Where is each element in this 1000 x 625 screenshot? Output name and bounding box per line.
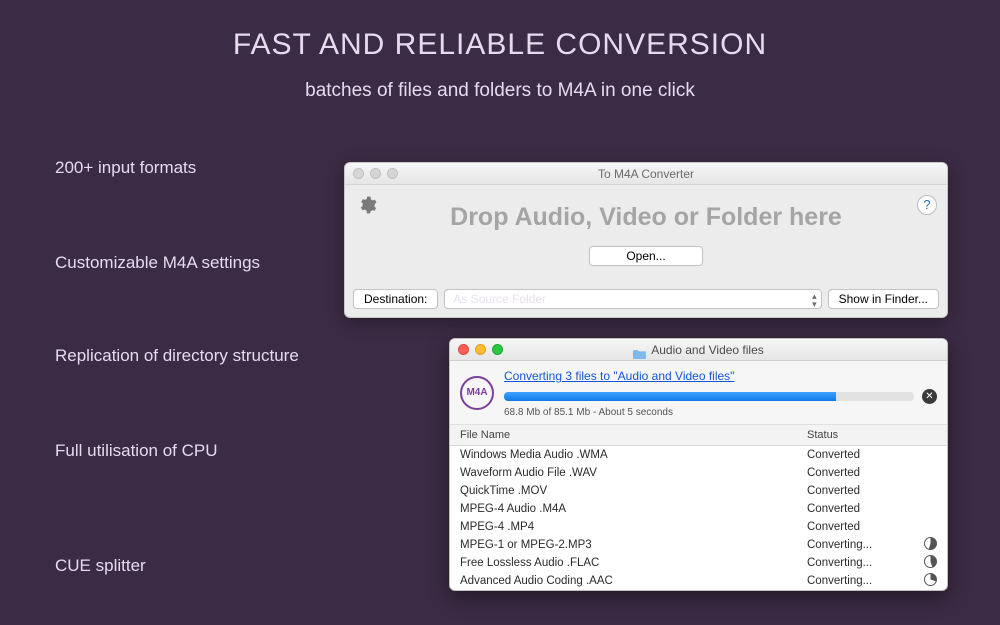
cell-file-name: MPEG-4 Audio .M4A [460,503,807,515]
converter-window: To M4A Converter ? Drop Audio, Video or … [344,162,948,318]
cell-file-name: QuickTime .MOV [460,485,807,497]
cell-status: Converted [807,467,937,479]
progress-titlebar: Audio and Video files [450,339,947,361]
minimize-dot-icon[interactable] [370,168,381,179]
progress-pie-icon [924,573,937,589]
converter-title: To M4A Converter [598,167,694,181]
table-row[interactable]: MPEG-4 .MP4Converted [450,518,947,536]
table-row[interactable]: Waveform Audio File .WAVConverted [450,464,947,482]
feature-input-formats: 200+ input formats [55,158,196,178]
table-row[interactable]: MPEG-1 or MPEG-2.MP3Converting... [450,536,947,554]
cell-status: Converting... [807,573,937,589]
close-dot-icon[interactable] [458,344,469,355]
m4a-badge-icon: M4A [460,376,494,410]
feature-directory-replication: Replication of directory structure [55,346,299,366]
cell-status: Converted [807,521,937,533]
close-dot-icon[interactable] [353,168,364,179]
zoom-dot-icon[interactable] [492,344,503,355]
cell-status: Converting... [807,537,937,553]
show-in-finder-button[interactable]: Show in Finder... [828,289,939,309]
table-row[interactable]: Windows Media Audio .WMAConverted [450,446,947,464]
drop-area-label: Drop Audio, Video or Folder here [345,203,947,232]
zoom-dot-icon[interactable] [387,168,398,179]
cell-file-name: Free Lossless Audio .FLAC [460,557,807,569]
open-button[interactable]: Open... [589,246,703,266]
cell-file-name: Windows Media Audio .WMA [460,449,807,461]
progress-title: Audio and Video files [651,343,764,357]
page-subheadline: batches of files and folders to M4A in o… [0,62,1000,102]
traffic-lights-inactive[interactable] [353,168,398,179]
gear-icon[interactable] [357,195,377,215]
help-button[interactable]: ? [917,195,937,215]
feature-cpu-utilisation: Full utilisation of CPU [55,441,218,461]
cell-status: Converting... [807,555,937,571]
feature-cue-splitter: CUE splitter [55,556,146,576]
progress-details: Converting 3 files to "Audio and Video f… [504,367,937,418]
page-headline: FAST AND RELIABLE CONVERSION [0,0,1000,62]
table-row[interactable]: MPEG-4 Audio .M4AConverted [450,500,947,518]
progress-pie-icon [924,537,937,553]
chevron-updown-icon: ▴▾ [812,292,817,308]
column-file-name[interactable]: File Name [460,429,807,441]
cancel-icon[interactable]: ✕ [922,389,937,404]
progress-status-link[interactable]: Converting 3 files to "Audio and Video f… [504,369,734,383]
column-status[interactable]: Status [807,429,937,441]
minimize-dot-icon[interactable] [475,344,486,355]
destination-select-value: As Source Folder [453,292,546,306]
progress-info-label: 68.8 Mb of 85.1 Mb - About 5 seconds [504,407,937,418]
cell-status: Converted [807,503,937,515]
converter-titlebar: To M4A Converter [345,163,947,185]
table-row[interactable]: QuickTime .MOVConverted [450,482,947,500]
cell-status: Converted [807,485,937,497]
progress-bar [504,392,914,401]
destination-select[interactable]: As Source Folder ▴▾ [444,289,821,309]
progress-bar-fill [504,392,836,401]
cell-file-name: Waveform Audio File .WAV [460,467,807,479]
progress-area: M4A Converting 3 files to "Audio and Vid… [450,361,947,425]
table-body: Windows Media Audio .WMAConvertedWavefor… [450,446,947,590]
feature-customizable-settings: Customizable M4A settings [55,253,260,273]
table-header: File Name Status [450,425,947,446]
cell-file-name: MPEG-1 or MPEG-2.MP3 [460,539,807,551]
traffic-lights[interactable] [458,344,503,355]
progress-pie-icon [924,555,937,571]
folder-icon [633,344,647,355]
destination-row: Destination: As Source Folder ▴▾ Show in… [353,289,939,309]
cell-status: Converted [807,449,937,461]
cell-file-name: MPEG-4 .MP4 [460,521,807,533]
cell-file-name: Advanced Audio Coding .AAC [460,575,807,587]
destination-button[interactable]: Destination: [353,289,438,309]
table-row[interactable]: Advanced Audio Coding .AACConverting... [450,572,947,590]
progress-window: Audio and Video files M4A Converting 3 f… [449,338,948,591]
table-row[interactable]: Free Lossless Audio .FLACConverting... [450,554,947,572]
